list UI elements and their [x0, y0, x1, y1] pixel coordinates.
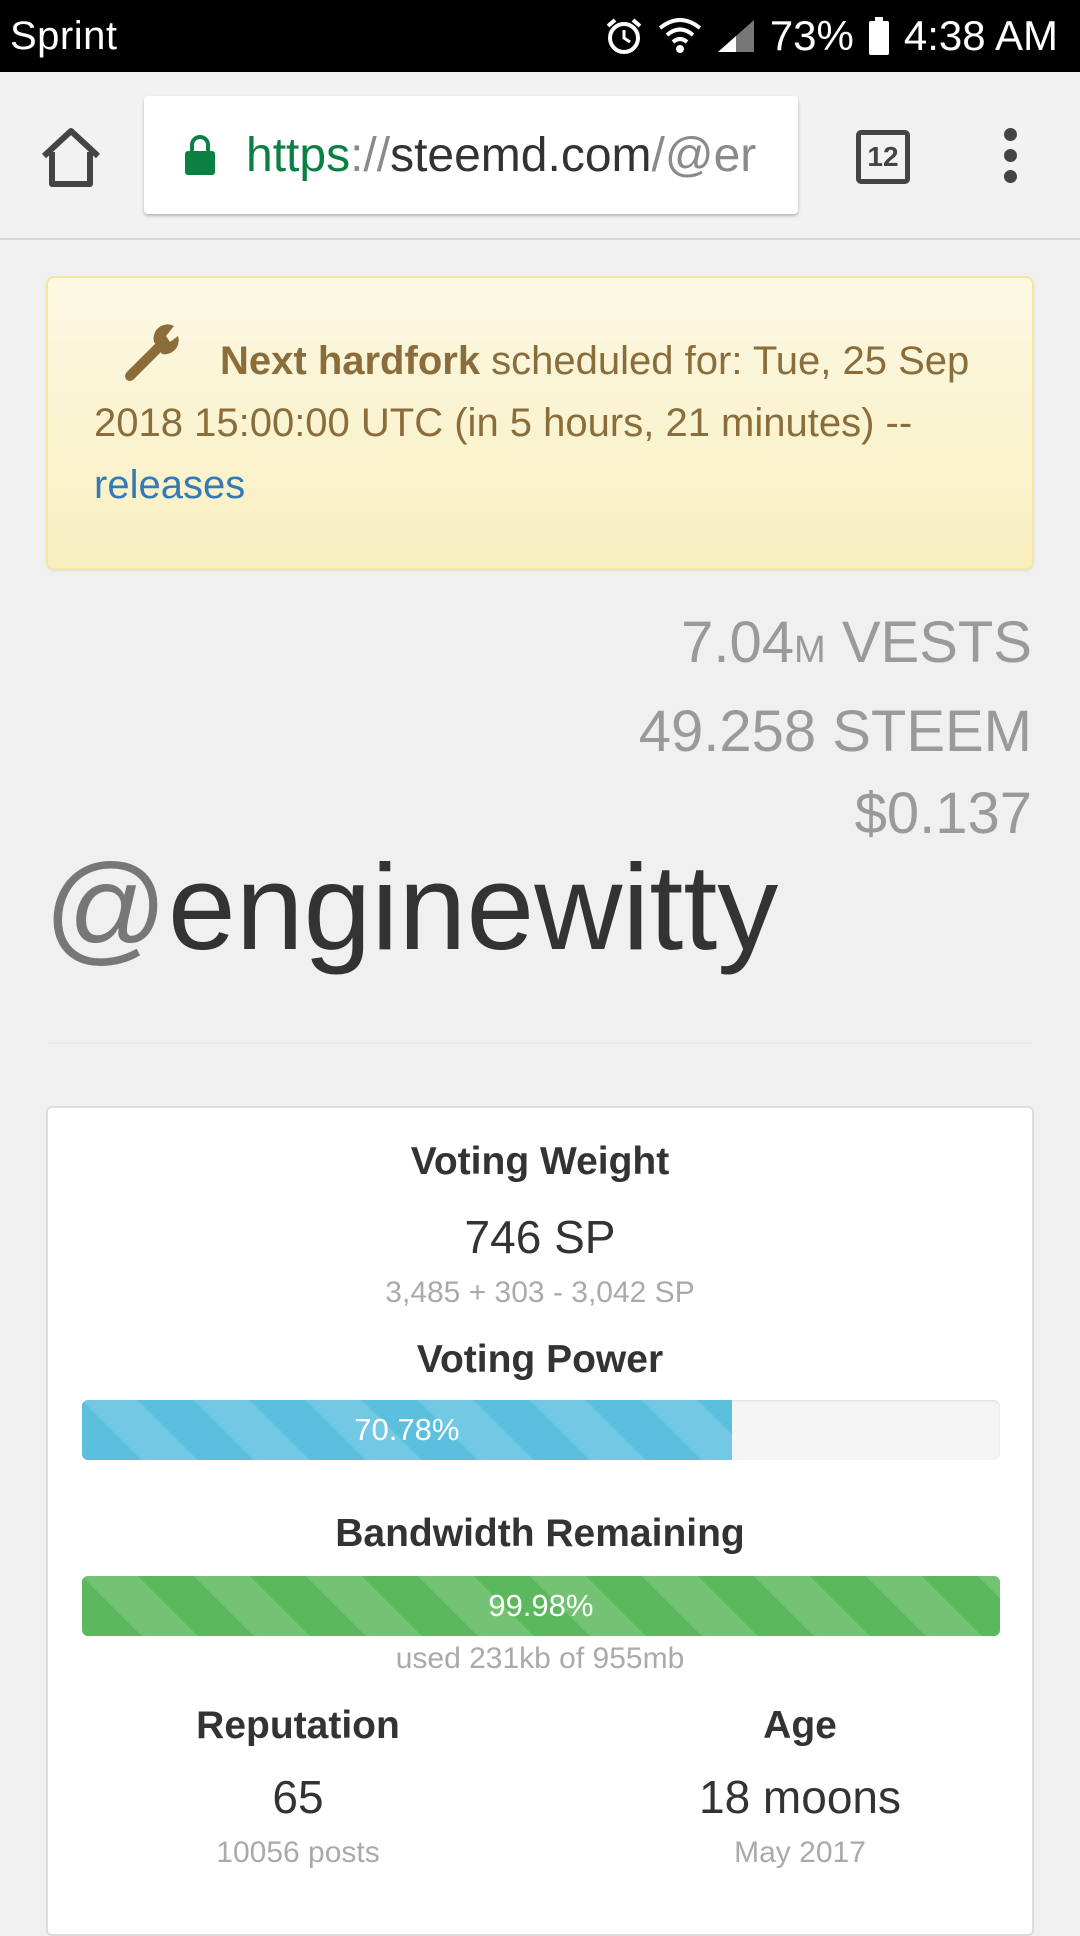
voting-power-bar: 70.78% [82, 1400, 1000, 1460]
age-label: Age [763, 1704, 837, 1747]
vests-value: 7.04 [681, 610, 795, 675]
alarm-icon [606, 18, 642, 54]
wifi-icon [658, 18, 702, 53]
profile-username: @enginewitty [44, 842, 778, 972]
vests-unit: VESTS [825, 610, 1032, 675]
voting-weight-detail: 3,485 + 303 - 3,042 SP [385, 1276, 695, 1309]
bandwidth-bar: 99.98% [82, 1576, 1000, 1636]
bandwidth-detail: used 231kb of 955mb [395, 1642, 685, 1675]
vests-balance: 7.04M VESTS [639, 602, 1032, 691]
signal-icon [717, 20, 754, 52]
voting-power-fill: 70.78% [82, 1400, 732, 1460]
clock-time: 4:38 AM [903, 12, 1058, 59]
steem-balance: 49.258 STEEM [638, 699, 1032, 764]
hardfork-alert: Next hardfork scheduled for: Tue, 25 Sep… [46, 276, 1034, 570]
url-separator: :// [350, 128, 391, 182]
alert-strong: Next hardfork [220, 339, 481, 383]
balances: 7.04M VESTS 49.258 STEEM $0.137 [639, 602, 1032, 855]
tab-count: 12 [867, 141, 899, 172]
username-name: enginewitty [167, 839, 779, 975]
voting-weight-value: 746 SP [464, 1211, 616, 1263]
reputation-block: Reputation 65 10056 posts [98, 1704, 498, 1870]
overflow-menu-icon[interactable] [992, 128, 1028, 188]
home-icon[interactable] [38, 124, 104, 190]
age-detail: May 2017 [734, 1836, 866, 1869]
url-host: steemd.com [390, 128, 652, 182]
voting-weight-label: Voting Weight [410, 1140, 670, 1183]
reputation-label: Reputation [196, 1704, 400, 1747]
carrier-name: Sprint [10, 13, 118, 58]
voting-power-text: 70.78% [354, 1412, 460, 1447]
tab-switcher-button[interactable]: 12 [856, 130, 910, 184]
voting-power-label: Voting Power [416, 1338, 664, 1381]
status-icons: 73% 4:38 AM [604, 12, 1058, 60]
wrench-icon [125, 324, 179, 381]
status-bar: Sprint 73% 4:38 AM [0, 0, 1080, 72]
age-value: 18 moons [698, 1771, 901, 1823]
divider [48, 1042, 1032, 1044]
reputation-value: 65 [272, 1771, 324, 1823]
battery-icon [868, 17, 889, 55]
bandwidth-label: Bandwidth Remaining [335, 1512, 745, 1555]
url-path: /@er [651, 128, 757, 182]
battery-percent: 73% [769, 12, 854, 59]
username-at: @ [44, 839, 168, 975]
lock-icon [185, 135, 215, 175]
url-text: https://steemd.com/@er [246, 128, 756, 183]
vests-unit-small: M [794, 629, 826, 671]
bandwidth-text: 99.98% [488, 1588, 594, 1623]
releases-link[interactable]: releases [94, 463, 245, 507]
age-block: Age 18 moons May 2017 [600, 1704, 1000, 1870]
stats-panel: Voting Weight 746 SP 3,485 + 303 - 3,042… [46, 1106, 1034, 1936]
url-bar[interactable]: https://steemd.com/@er [144, 96, 798, 214]
url-scheme: https [246, 128, 351, 182]
bandwidth-fill: 99.98% [82, 1576, 1000, 1636]
browser-toolbar: https://steemd.com/@er 12 [0, 72, 1080, 240]
reputation-detail: 10056 posts [216, 1836, 380, 1869]
